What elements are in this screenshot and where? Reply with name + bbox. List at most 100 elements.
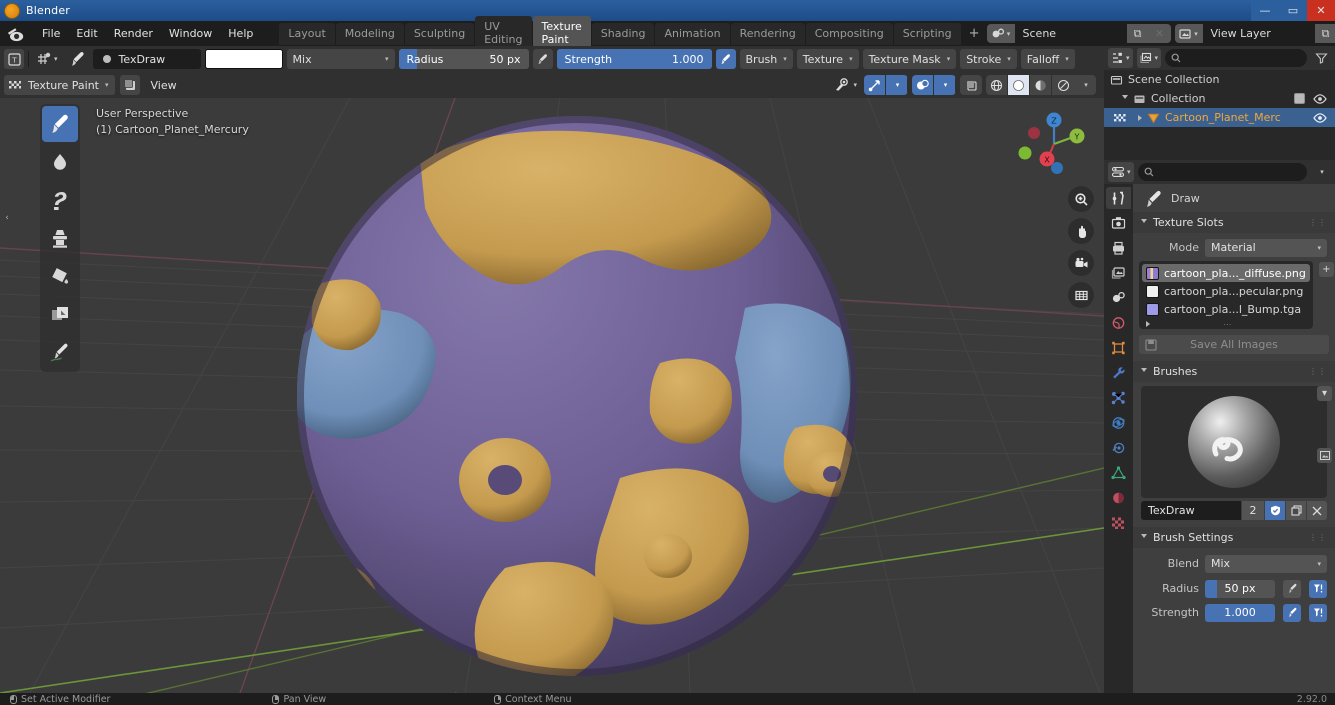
scene-selector[interactable]: ▾ Scene ⧉ ✕	[986, 24, 1171, 43]
eye-icon[interactable]	[1313, 112, 1327, 123]
list-resize-grip[interactable]: ⋯	[1223, 320, 1232, 329]
texture-mask-menu[interactable]: Texture Mask ▾	[862, 49, 957, 69]
view-menu[interactable]: View	[145, 75, 183, 95]
add-texture-slot-button[interactable]: +	[1318, 262, 1334, 277]
scene-new-button[interactable]: ⧉	[1126, 24, 1149, 43]
workspace-tab-layout[interactable]: Layout	[279, 22, 335, 45]
menu-file[interactable]: File	[34, 24, 68, 43]
menu-edit[interactable]: Edit	[68, 24, 105, 43]
blender-logo-icon[interactable]	[6, 25, 28, 43]
expand-triangle-icon[interactable]	[1138, 114, 1142, 121]
3d-viewport[interactable]: ‹ User Perspective (1) Cartoon_Planet_Me…	[0, 98, 1104, 693]
gizmo-options-button[interactable]: ▾	[886, 75, 908, 95]
workspace-tab-compositing[interactable]: Compositing	[805, 22, 893, 45]
pan-icon[interactable]	[1068, 218, 1094, 244]
properties-search-input[interactable]	[1137, 163, 1307, 181]
properties-tab-texture[interactable]	[1106, 512, 1131, 534]
strength-slider[interactable]: Strength 1.000	[556, 49, 712, 69]
zoom-icon[interactable]	[1068, 186, 1094, 212]
copy-icon[interactable]	[1286, 501, 1306, 520]
strength-prop-slider[interactable]: 1.000	[1205, 603, 1275, 622]
properties-tab-physics[interactable]	[1106, 412, 1131, 434]
properties-tab-modifier[interactable]	[1106, 362, 1131, 384]
properties-tab-tool[interactable]	[1106, 187, 1131, 209]
scene-icon[interactable]: ▾	[986, 24, 1015, 43]
clone-tool-icon[interactable]	[42, 220, 78, 256]
texture-slot-item[interactable]: cartoon_pla...pecular.png	[1142, 282, 1310, 300]
strength-unit-toggle[interactable]	[1309, 603, 1327, 622]
outliner-filter-icon[interactable]	[1311, 48, 1331, 68]
expand-triangle-icon[interactable]	[1141, 219, 1147, 226]
brush-users-count[interactable]: 2	[1242, 501, 1264, 520]
outliner-row-collection[interactable]: Collection	[1104, 89, 1335, 108]
camera-icon[interactable]	[1068, 250, 1094, 276]
properties-tab-scene[interactable]	[1106, 287, 1131, 309]
expand-triangle-icon[interactable]	[1141, 368, 1147, 375]
properties-tab-data[interactable]	[1106, 462, 1131, 484]
menu-render[interactable]: Render	[106, 24, 161, 43]
texture-slot-item[interactable]: cartoon_pla..._diffuse.png	[1142, 264, 1310, 282]
view-layer-icon[interactable]: ▾	[1174, 24, 1203, 43]
workspace-tab-modeling[interactable]: Modeling	[335, 22, 404, 45]
brush-list-expand-button[interactable]: ▾	[1317, 386, 1332, 401]
properties-editor-type-icon[interactable]: ▾	[1108, 162, 1134, 182]
save-all-images-button[interactable]: Save All Images	[1139, 335, 1329, 354]
active-brush-icon[interactable]	[65, 49, 89, 69]
brush-name-field[interactable]: TexDraw	[1141, 501, 1241, 520]
view-layer-selector[interactable]: ▾ View Layer ⧉ ✕	[1174, 24, 1335, 43]
texture-slot-list[interactable]: cartoon_pla..._diffuse.png cartoon_pla..…	[1139, 261, 1313, 329]
show-overlays-button[interactable]	[912, 75, 934, 95]
maximize-button[interactable]: ▭	[1279, 0, 1307, 21]
brush-tool-icon[interactable]	[42, 106, 78, 142]
workspace-tab-rendering[interactable]: Rendering	[730, 22, 805, 45]
properties-tab-view-layer[interactable]	[1106, 262, 1131, 284]
brush-color-swatch[interactable]	[204, 49, 283, 69]
wireframe-shading-button[interactable]	[986, 75, 1008, 95]
fill-tool-icon[interactable]	[42, 258, 78, 294]
expand-triangle-icon[interactable]	[1146, 321, 1150, 327]
active-tool-row[interactable]: Draw	[1133, 184, 1335, 212]
properties-tab-object[interactable]	[1106, 337, 1131, 359]
minimize-button[interactable]: —	[1251, 0, 1279, 21]
overlay-options-button[interactable]: ▾	[934, 75, 956, 95]
workspace-tab-scripting[interactable]: Scripting	[893, 22, 961, 45]
show-gizmo-button[interactable]	[864, 75, 886, 95]
strength-pressure-button[interactable]	[715, 49, 736, 69]
properties-tab-render[interactable]	[1106, 212, 1131, 234]
grid-icon[interactable]	[1068, 282, 1094, 308]
scene-unlink-button[interactable]: ✕	[1148, 24, 1171, 43]
outliner-row-scene-collection[interactable]: Scene Collection	[1104, 70, 1335, 89]
interaction-mode-dropdown[interactable]: Texture Paint ▾	[4, 75, 115, 95]
workspace-tab-shading[interactable]: Shading	[591, 22, 655, 45]
properties-tab-particles[interactable]	[1106, 387, 1131, 409]
panel-header-texture-slots[interactable]: Texture Slots ⋮⋮	[1133, 212, 1335, 233]
falloff-menu[interactable]: Falloff ▾	[1020, 49, 1075, 69]
mode-dropdown[interactable]: Material ▾	[1205, 238, 1327, 257]
add-workspace-button[interactable]: +	[962, 23, 987, 44]
rendered-shading-button[interactable]	[1052, 75, 1074, 95]
visibility-icon[interactable]: ▾	[831, 75, 860, 95]
viewport-sidebar-toggle[interactable]: ‹	[0, 204, 14, 232]
editor-mode-icon[interactable]	[119, 75, 140, 95]
editor-type-icon[interactable]: T	[4, 49, 24, 69]
properties-tab-output[interactable]	[1106, 237, 1131, 259]
eye-icon[interactable]	[1313, 93, 1327, 104]
brush-datablock[interactable]: TexDraw	[92, 49, 201, 69]
view-layer-new-button[interactable]: ⧉	[1314, 24, 1335, 43]
radius-slider[interactable]: Radius 50 px	[398, 49, 529, 69]
snapping-icon[interactable]: ▾	[33, 49, 61, 69]
panel-header-brush-settings[interactable]: Brush Settings ⋮⋮	[1133, 527, 1335, 548]
scene-name[interactable]: Scene	[1014, 24, 1127, 43]
properties-options-icon[interactable]: ▾	[1311, 162, 1331, 182]
mask-tool-icon[interactable]	[42, 296, 78, 332]
blend-mode-dropdown[interactable]: Mix ▾	[286, 49, 395, 69]
radius-pressure-toggle[interactable]	[1283, 579, 1301, 598]
blend-dropdown[interactable]: Mix ▾	[1205, 554, 1327, 573]
outliner-editor-type-icon[interactable]: ▾	[1108, 48, 1133, 68]
texture-menu[interactable]: Texture ▾	[796, 49, 859, 69]
workspace-tab-animation[interactable]: Animation	[655, 22, 730, 45]
properties-tab-constraints[interactable]	[1106, 437, 1131, 459]
annotate-tool-icon[interactable]	[42, 334, 78, 370]
brush-preview-image-button[interactable]	[1317, 448, 1332, 463]
view-layer-name[interactable]: View Layer	[1202, 24, 1315, 43]
